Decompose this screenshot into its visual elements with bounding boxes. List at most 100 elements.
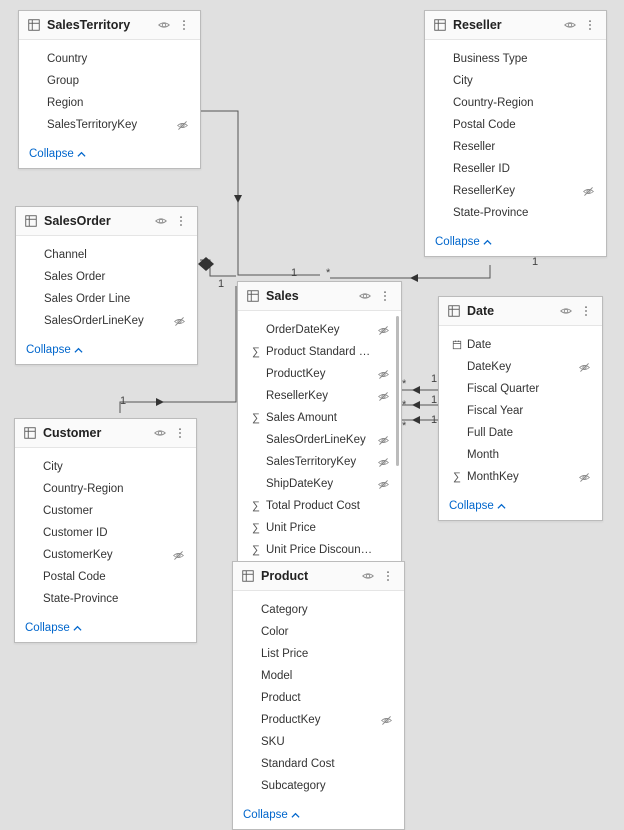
field-row[interactable]: CustomerKey	[19, 544, 192, 566]
field-row[interactable]: Country-Region	[19, 478, 192, 500]
table-sales-territory[interactable]: SalesTerritory CountryGroupRegionSalesTe…	[18, 10, 201, 169]
visibility-icon[interactable]	[357, 288, 373, 304]
more-icon[interactable]	[582, 17, 598, 33]
field-row[interactable]: Group	[23, 70, 196, 92]
table-customer[interactable]: Customer CityCountry-RegionCustomerCusto…	[14, 418, 197, 643]
field-row[interactable]: ResellerKey	[429, 180, 602, 202]
visibility-icon[interactable]	[152, 425, 168, 441]
more-icon[interactable]	[380, 568, 396, 584]
field-row[interactable]: ResellerKey	[242, 385, 397, 407]
table-sales[interactable]: Sales OrderDateKey∑Product Standard Cost…	[237, 281, 402, 594]
field-row[interactable]: DateKey	[443, 356, 598, 378]
hidden-icon[interactable]	[580, 185, 596, 198]
field-row[interactable]: Region	[23, 92, 196, 114]
more-icon[interactable]	[578, 303, 594, 319]
more-icon[interactable]	[176, 17, 192, 33]
field-row[interactable]: Postal Code	[429, 114, 602, 136]
field-row[interactable]: City	[19, 456, 192, 478]
sum-icon: ∑	[248, 542, 264, 558]
field-row[interactable]: ProductKey	[237, 709, 400, 731]
field-row[interactable]: Fiscal Year	[443, 400, 598, 422]
visibility-icon[interactable]	[153, 213, 169, 229]
field-row[interactable]: OrderDateKey	[242, 319, 397, 341]
table-sales-order[interactable]: SalesOrder ChannelSales OrderSales Order…	[15, 206, 198, 365]
hidden-icon[interactable]	[375, 478, 391, 491]
field-row[interactable]: Reseller ID	[429, 158, 602, 180]
field-row[interactable]: ∑MonthKey	[443, 466, 598, 488]
field-row[interactable]: Model	[237, 665, 400, 687]
hidden-icon[interactable]	[375, 368, 391, 381]
visibility-icon[interactable]	[562, 17, 578, 33]
field-row[interactable]: Country-Region	[429, 92, 602, 114]
table-product[interactable]: Product CategoryColorList PriceModelProd…	[232, 561, 405, 830]
field-row[interactable]: SKU	[237, 731, 400, 753]
field-row[interactable]: SalesOrderLineKey	[242, 429, 397, 451]
field-row[interactable]: List Price	[237, 643, 400, 665]
field-row[interactable]: Fiscal Quarter	[443, 378, 598, 400]
hidden-icon[interactable]	[170, 549, 186, 562]
field-row[interactable]: Category	[237, 599, 400, 621]
field-row[interactable]: Month	[443, 444, 598, 466]
field-row[interactable]: ∑Unit Price	[242, 517, 397, 539]
hidden-icon[interactable]	[375, 324, 391, 337]
field-row[interactable]: Subcategory	[237, 775, 400, 797]
visibility-icon[interactable]	[360, 568, 376, 584]
table-header[interactable]: Reseller	[425, 11, 606, 40]
field-row[interactable]: Full Date	[443, 422, 598, 444]
field-row[interactable]: Business Type	[429, 48, 602, 70]
field-row[interactable]: SalesTerritoryKey	[23, 114, 196, 136]
hidden-icon[interactable]	[375, 390, 391, 403]
collapse-button[interactable]: Collapse	[449, 500, 506, 512]
more-icon[interactable]	[377, 288, 393, 304]
table-header[interactable]: SalesOrder	[16, 207, 197, 236]
hidden-icon[interactable]	[174, 119, 190, 132]
field-row[interactable]: Product	[237, 687, 400, 709]
field-row[interactable]: Channel	[20, 244, 193, 266]
hidden-icon[interactable]	[576, 471, 592, 484]
field-row[interactable]: Color	[237, 621, 400, 643]
collapse-button[interactable]: Collapse	[26, 344, 83, 356]
field-row[interactable]: Postal Code	[19, 566, 192, 588]
field-row[interactable]: SalesTerritoryKey	[242, 451, 397, 473]
field-row[interactable]: SalesOrderLineKey	[20, 310, 193, 332]
field-row[interactable]: ∑Total Product Cost	[242, 495, 397, 517]
scrollbar[interactable]	[396, 316, 399, 466]
visibility-icon[interactable]	[156, 17, 172, 33]
field-row[interactable]: Reseller	[429, 136, 602, 158]
table-header[interactable]: Sales	[238, 282, 401, 311]
field-row[interactable]: Sales Order	[20, 266, 193, 288]
field-list: ChannelSales OrderSales Order LineSalesO…	[16, 236, 197, 336]
table-date[interactable]: Date DateDateKeyFiscal QuarterFiscal Yea…	[438, 296, 603, 521]
collapse-button[interactable]: Collapse	[29, 148, 86, 160]
more-icon[interactable]	[173, 213, 189, 229]
collapse-button[interactable]: Collapse	[243, 809, 300, 821]
hidden-icon[interactable]	[378, 714, 394, 727]
field-row[interactable]: ShipDateKey	[242, 473, 397, 495]
hidden-icon[interactable]	[171, 315, 187, 328]
field-row[interactable]: Sales Order Line	[20, 288, 193, 310]
field-row[interactable]: Date	[443, 334, 598, 356]
field-row[interactable]: State-Province	[429, 202, 602, 224]
visibility-icon[interactable]	[558, 303, 574, 319]
table-header[interactable]: Date	[439, 297, 602, 326]
table-reseller[interactable]: Reseller Business TypeCityCountry-Region…	[424, 10, 607, 257]
more-icon[interactable]	[172, 425, 188, 441]
hidden-icon[interactable]	[375, 456, 391, 469]
field-row[interactable]: Standard Cost	[237, 753, 400, 775]
table-header[interactable]: Customer	[15, 419, 196, 448]
field-row[interactable]: ProductKey	[242, 363, 397, 385]
table-header[interactable]: SalesTerritory	[19, 11, 200, 40]
collapse-button[interactable]: Collapse	[435, 236, 492, 248]
field-row[interactable]: Customer ID	[19, 522, 192, 544]
field-row[interactable]: ∑Sales Amount	[242, 407, 397, 429]
field-row[interactable]: ∑Product Standard Cost	[242, 341, 397, 363]
field-row[interactable]: ∑Unit Price Discount Pct	[242, 539, 397, 561]
hidden-icon[interactable]	[375, 434, 391, 447]
field-row[interactable]: City	[429, 70, 602, 92]
field-row[interactable]: State-Province	[19, 588, 192, 610]
collapse-button[interactable]: Collapse	[25, 622, 82, 634]
table-header[interactable]: Product	[233, 562, 404, 591]
field-row[interactable]: Customer	[19, 500, 192, 522]
field-row[interactable]: Country	[23, 48, 196, 70]
hidden-icon[interactable]	[576, 361, 592, 374]
